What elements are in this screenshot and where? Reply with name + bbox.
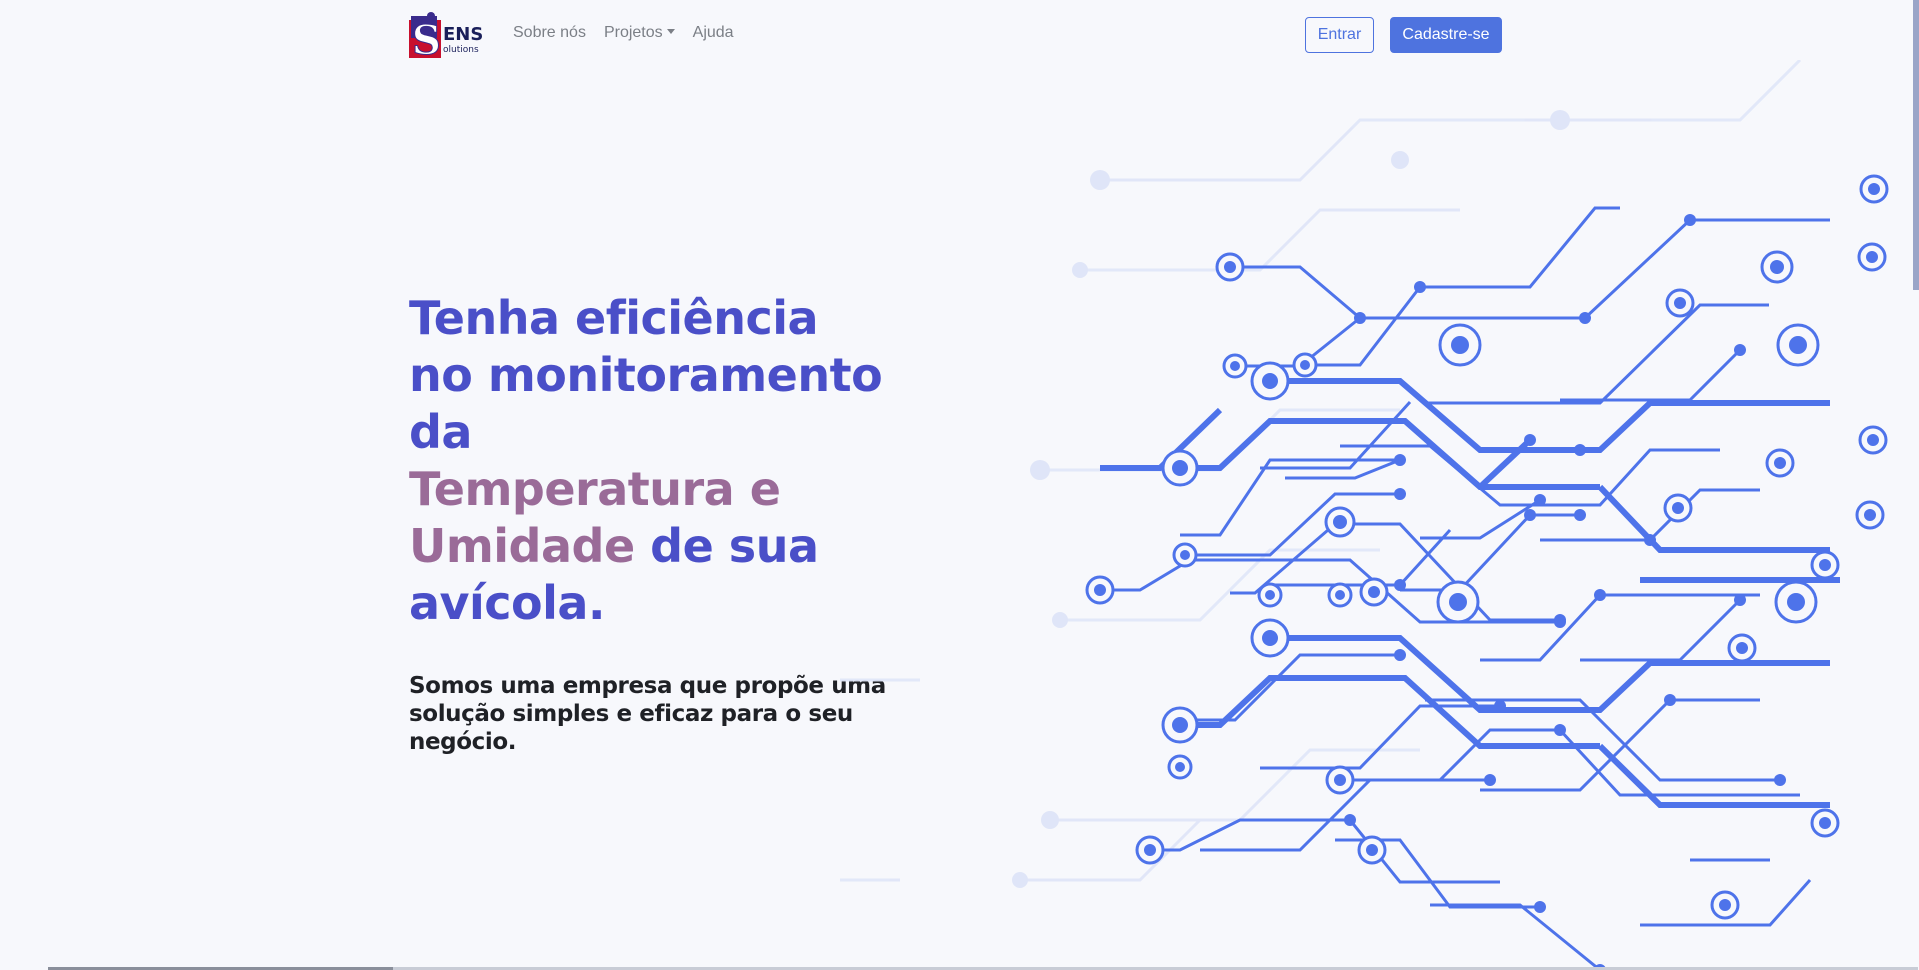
signup-button[interactable]: Cadastre-se — [1390, 17, 1502, 53]
nav-dropdown-projetos[interactable]: Projetos — [604, 24, 675, 42]
nav-link-projetos-label: Projetos — [603, 24, 663, 41]
nav-link-ajuda[interactable]: Ajuda — [693, 24, 734, 42]
login-button[interactable]: Entrar — [1305, 17, 1374, 53]
hero-title-rest: de sua — [634, 519, 819, 573]
logo-letter: S — [412, 17, 441, 60]
nav-link-sobre-nos[interactable]: Sobre nós — [513, 24, 586, 42]
chevron-down-icon — [666, 29, 675, 34]
page-scrollbar[interactable] — [1913, 0, 1919, 290]
sens-solutions-logo[interactable]: S ENS olutions — [409, 12, 493, 60]
circuit-board-illustration — [840, 60, 1889, 970]
landing-page: S ENS olutions Sobre nós Projetos Ajuda … — [0, 0, 1919, 970]
logo-subtext: olutions — [443, 45, 479, 55]
hero-subtitle: Somos uma empresa que propõe uma solução… — [409, 673, 886, 755]
main-nav: Sobre nós Projetos Ajuda — [513, 24, 734, 42]
logo-text: ENS — [443, 24, 483, 45]
hero-title-accent: Umidade — [409, 519, 635, 573]
